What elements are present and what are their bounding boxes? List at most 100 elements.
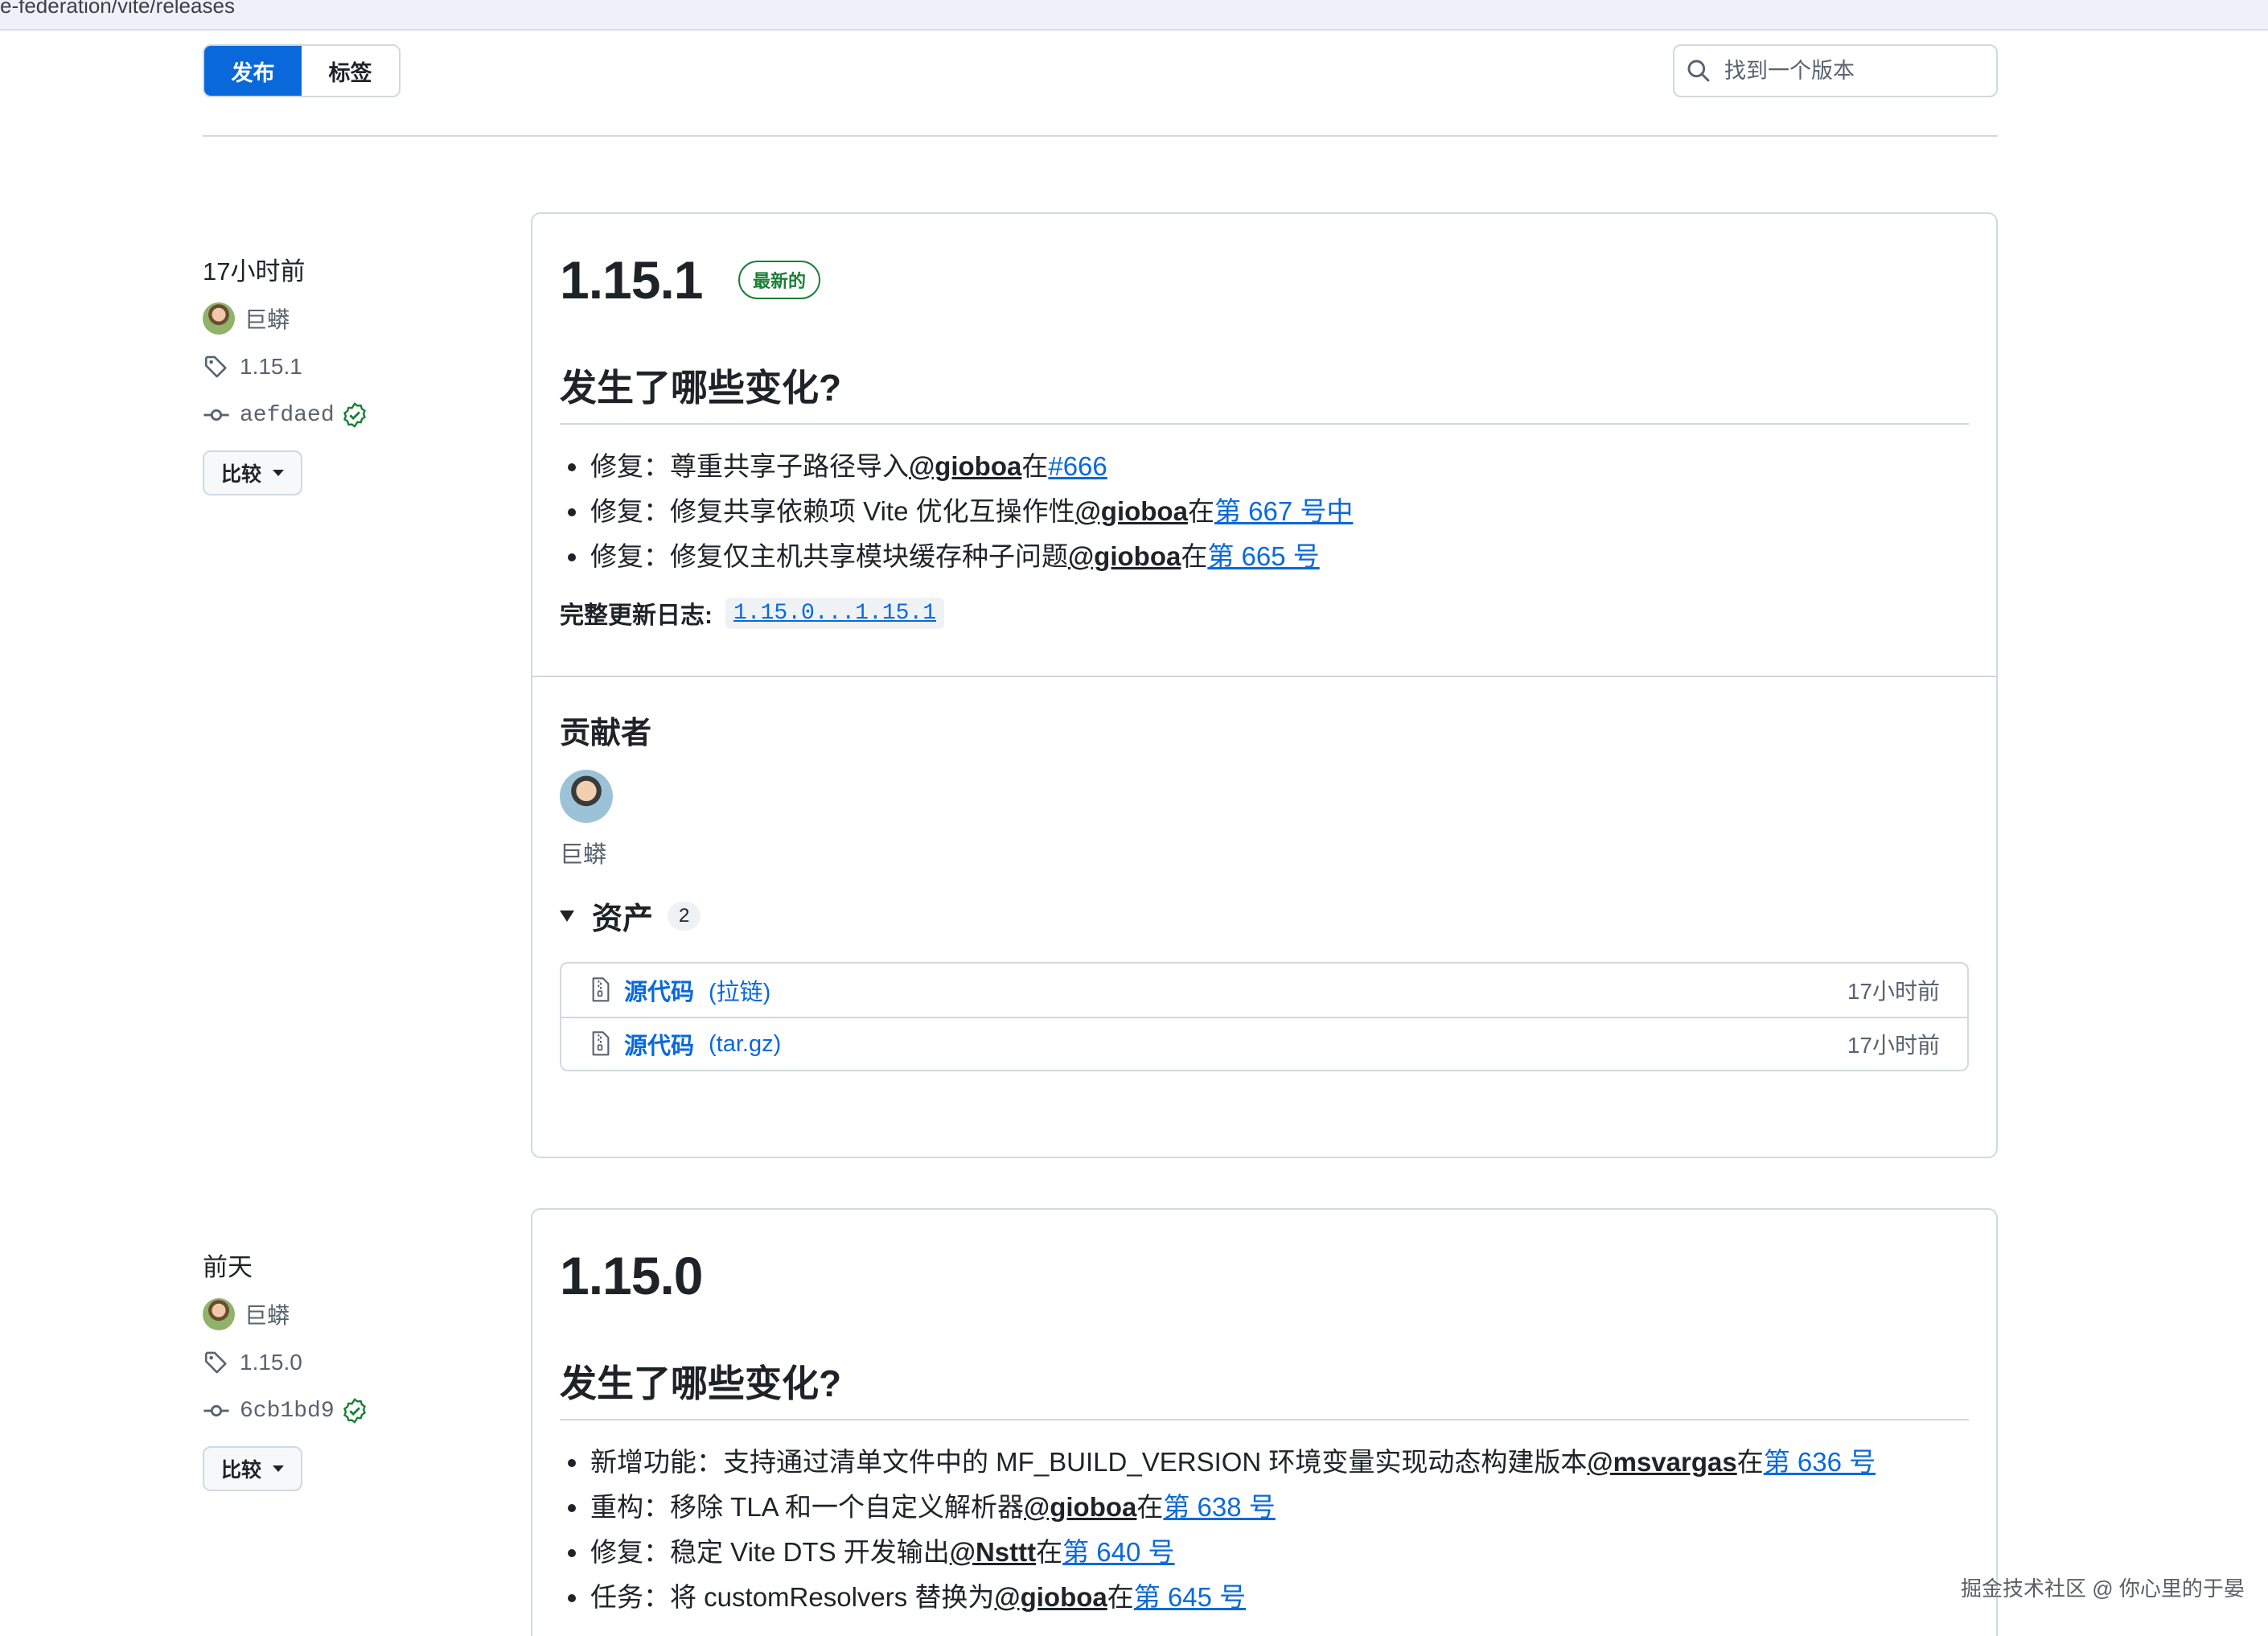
url-text: e-federation/vite/releases xyxy=(0,0,235,18)
tag-icon xyxy=(204,1351,227,1374)
verified-check-icon[interactable] xyxy=(341,401,368,429)
change-in: 在 xyxy=(1107,1582,1134,1612)
list-item: 修复：修复仅主机共享模块缓存种子问题@gioboa在第 665 号 xyxy=(560,534,1969,579)
asset-row[interactable]: 源代码 (tar.gz) 17小时前 xyxy=(561,1017,1967,1070)
commit-sha[interactable]: aefdaed xyxy=(240,403,335,428)
asset-format[interactable]: (拉链) xyxy=(709,973,770,1007)
change-in: 在 xyxy=(1181,541,1208,571)
user-mention-link[interactable]: @gioboa xyxy=(1024,1492,1136,1522)
release-title[interactable]: 1.15.1 xyxy=(560,249,703,310)
section-heading: 发生了哪些变化? xyxy=(560,359,1969,425)
assets-heading: 资产 xyxy=(592,902,654,936)
change-text: 修复：修复仅主机共享模块缓存种子问题 xyxy=(590,541,1068,571)
release-commit[interactable]: 6cb1bd9 xyxy=(203,1387,368,1435)
chevron-down-icon xyxy=(273,1465,284,1472)
avatar[interactable] xyxy=(203,302,235,335)
change-in: 在 xyxy=(1736,1447,1764,1477)
contributors-heading: 贡献者 xyxy=(560,717,652,750)
caret-down-icon xyxy=(560,910,574,922)
avatar[interactable] xyxy=(203,1298,235,1330)
change-text: 修复：稳定 Vite DTS 开发输出 xyxy=(590,1537,950,1567)
release-date: 17小时前 xyxy=(203,257,306,286)
file-zip-icon xyxy=(592,1031,610,1056)
change-text: 任务：将 customResolvers 替换为 xyxy=(590,1582,995,1612)
assets-count-badge: 2 xyxy=(668,901,701,931)
list-item: 修复：稳定 Vite DTS 开发输出@Nsttt在第 640 号 xyxy=(560,1530,1969,1575)
asset-name[interactable]: 源代码 xyxy=(624,1027,694,1061)
change-text: 新增功能：支持通过清单文件中的 MF_BUILD_VERSION 环境变量实现动… xyxy=(590,1447,1588,1477)
header-divider xyxy=(203,135,1998,137)
list-item: 新增功能：支持通过清单文件中的 MF_BUILD_VERSION 环境变量实现动… xyxy=(560,1440,1969,1485)
list-item: 修复：修复共享依赖项 Vite 优化互操作性@gioboa在第 667 号中 xyxy=(560,489,1969,534)
tag-name[interactable]: 1.15.0 xyxy=(240,1350,302,1375)
change-text: 重构：移除 TLA 和一个自定义解析器 xyxy=(590,1492,1025,1522)
compare-button[interactable]: 比较 xyxy=(203,450,302,495)
pull-request-link[interactable]: 第 667 号中 xyxy=(1214,496,1353,526)
chevron-down-icon xyxy=(273,470,284,476)
contributor-avatar[interactable] xyxy=(560,770,613,823)
full-changelog-label: 完整更新日志: xyxy=(560,602,713,629)
full-changelog-link[interactable]: 1.15.0...1.15.1 xyxy=(725,597,945,629)
user-mention-link[interactable]: @gioboa xyxy=(1075,496,1188,526)
asset-time: 17小时前 xyxy=(1847,979,1940,1004)
pull-request-link[interactable]: 第 640 号 xyxy=(1062,1537,1174,1567)
tab-tags[interactable]: 标签 xyxy=(302,46,399,96)
commit-icon xyxy=(203,409,229,421)
pull-request-link[interactable]: #666 xyxy=(1048,451,1107,481)
release-tag[interactable]: 1.15.1 xyxy=(203,343,368,391)
browser-url-bar[interactable]: e-federation/vite/releases xyxy=(0,0,2268,31)
asset-time: 17小时前 xyxy=(1847,1033,1940,1058)
commit-icon xyxy=(203,1404,229,1417)
author-name[interactable]: 巨蟒 xyxy=(244,1298,290,1330)
release-commit[interactable]: aefdaed xyxy=(203,391,368,439)
assets-list: 源代码 (拉链) 17小时前 源代码 (tar.gz) 17小时前 xyxy=(560,962,1969,1071)
tag-name[interactable]: 1.15.1 xyxy=(240,354,302,380)
release-date: 前天 xyxy=(203,1253,253,1281)
change-in: 在 xyxy=(1021,451,1049,481)
user-mention-link[interactable]: @gioboa xyxy=(994,1582,1107,1612)
change-in: 在 xyxy=(1036,1537,1063,1567)
release-author[interactable]: 巨蟒 xyxy=(203,294,368,343)
user-mention-link[interactable]: @Nsttt xyxy=(950,1537,1036,1567)
latest-badge: 最新的 xyxy=(738,261,820,299)
pull-request-link[interactable]: 第 665 号 xyxy=(1207,541,1319,571)
release-title[interactable]: 1.15.0 xyxy=(560,1245,703,1306)
list-item: 重构：移除 TLA 和一个自定义解析器@gioboa在第 638 号 xyxy=(560,1485,1969,1530)
release-card: 1.15.0 发生了哪些变化? 新增功能：支持通过清单文件中的 MF_BUILD… xyxy=(531,1208,1998,1636)
search-input[interactable] xyxy=(1724,58,1982,84)
search-icon xyxy=(1687,60,1710,82)
asset-row[interactable]: 源代码 (拉链) 17小时前 xyxy=(561,964,1967,1017)
pull-request-link[interactable]: 第 638 号 xyxy=(1163,1492,1275,1522)
change-text: 修复：尊重共享子路径导入 xyxy=(590,451,909,481)
release-card: 1.15.1 最新的 发生了哪些变化? 修复：尊重共享子路径导入@gioboa在… xyxy=(531,212,1998,1158)
compare-button[interactable]: 比较 xyxy=(203,1446,302,1491)
tab-releases[interactable]: 发布 xyxy=(204,46,302,96)
verified-check-icon[interactable] xyxy=(341,1397,368,1424)
asset-name[interactable]: 源代码 xyxy=(624,973,694,1007)
commit-sha[interactable]: 6cb1bd9 xyxy=(240,1399,335,1424)
changes-list: 修复：尊重共享子路径导入@gioboa在#666 修复：修复共享依赖项 Vite… xyxy=(560,444,1969,579)
tag-icon xyxy=(204,356,227,378)
change-in: 在 xyxy=(1136,1492,1164,1522)
user-mention-link[interactable]: @msvargas xyxy=(1587,1447,1736,1477)
user-mention-link[interactable]: @gioboa xyxy=(909,451,1021,481)
pull-request-link[interactable]: 第 645 号 xyxy=(1134,1582,1246,1612)
section-heading: 发生了哪些变化? xyxy=(560,1354,1969,1420)
contributor-name[interactable]: 巨蟒 xyxy=(560,836,1969,869)
watermark: 掘金技术社区 @ 你心里的于晏 xyxy=(1961,1576,2245,1601)
file-zip-icon xyxy=(592,977,610,1002)
release-author[interactable]: 巨蟒 xyxy=(203,1290,368,1338)
pull-request-link[interactable]: 第 636 号 xyxy=(1764,1447,1876,1477)
compare-label: 比较 xyxy=(220,1459,261,1482)
release-meta: 前天 巨蟒 1.15.0 6cb1bd9 比较 xyxy=(203,1250,368,1491)
author-name[interactable]: 巨蟒 xyxy=(244,302,290,335)
compare-label: 比较 xyxy=(220,463,261,486)
asset-format[interactable]: (tar.gz) xyxy=(709,1031,781,1058)
change-in: 在 xyxy=(1187,496,1214,526)
release-tag[interactable]: 1.15.0 xyxy=(203,1338,368,1387)
user-mention-link[interactable]: @gioboa xyxy=(1068,541,1181,571)
releases-tags-switch: 发布 标签 xyxy=(203,44,401,97)
changes-list: 新增功能：支持通过清单文件中的 MF_BUILD_VERSION 环境变量实现动… xyxy=(560,1440,1969,1620)
release-search[interactable] xyxy=(1673,44,1998,97)
assets-toggle[interactable]: 资产 2 xyxy=(560,894,1969,938)
